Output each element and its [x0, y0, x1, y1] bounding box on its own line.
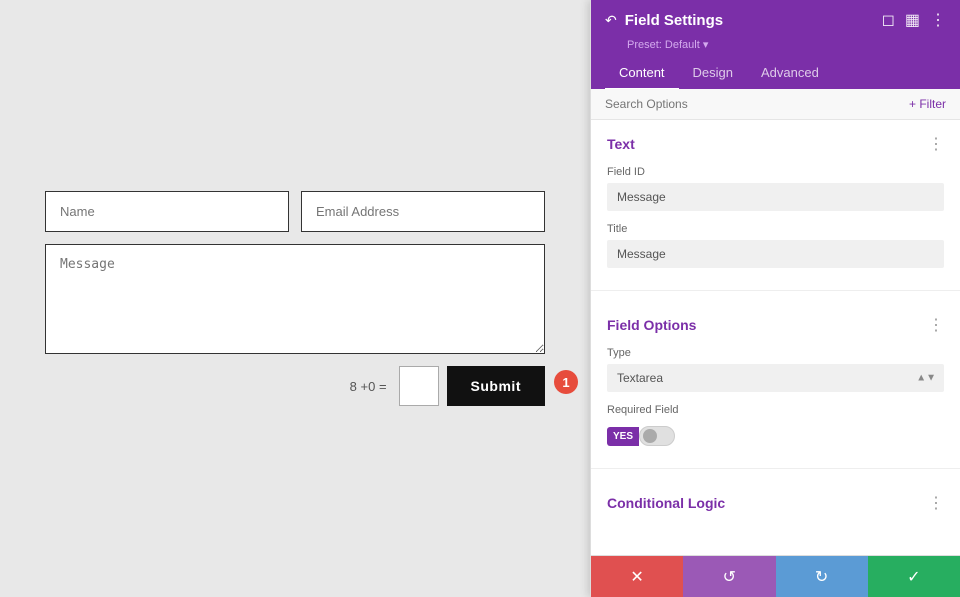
title-label: Title — [607, 223, 944, 235]
filter-button[interactable]: + Filter — [909, 97, 946, 111]
field-options-header: Field Options ⋮ — [607, 315, 944, 335]
panel-header-top: ↶ Field Settings ◻ ▦ ⋮ — [605, 10, 946, 36]
form-row-top — [45, 191, 545, 232]
save-button[interactable]: ✓ — [868, 556, 960, 597]
desktop-icon[interactable]: ◻ — [882, 10, 895, 30]
submit-button[interactable]: Submit — [447, 366, 545, 406]
captcha-text: 8 +0 = — [350, 379, 387, 394]
field-id-value: Message — [607, 183, 944, 211]
panel-title-group: ↶ Field Settings — [605, 12, 723, 29]
title-value: Message — [607, 240, 944, 268]
text-section: Text ⋮ Field ID Message Title Message — [591, 120, 960, 286]
text-section-title: Text — [607, 136, 635, 152]
required-group: Required Field YES — [607, 404, 944, 446]
toggle-yes-label: YES — [607, 427, 639, 446]
required-toggle[interactable] — [639, 426, 675, 446]
name-input[interactable] — [45, 191, 289, 232]
field-id-label: Field ID — [607, 166, 944, 178]
panel-tabs: Content Design Advanced — [591, 57, 960, 89]
reset-button[interactable]: ↺ — [683, 556, 775, 597]
text-section-dots[interactable]: ⋮ — [928, 134, 944, 154]
canvas-area: 8 +0 = Submit — [0, 0, 590, 597]
settings-panel: ↶ Field Settings ◻ ▦ ⋮ Preset: Default ▾… — [590, 0, 960, 597]
toggle-row: YES — [607, 426, 944, 446]
field-options-section: Field Options ⋮ Type Textarea Text Email… — [591, 301, 960, 464]
title-group: Title Message — [607, 223, 944, 268]
panel-title: Field Settings — [625, 12, 723, 29]
toggle-thumb — [643, 429, 657, 443]
type-select[interactable]: Textarea Text Email Number — [607, 364, 944, 392]
conditional-logic-title: Conditional Logic — [607, 495, 725, 511]
field-id-group: Field ID Message — [607, 166, 944, 211]
field-options-dots[interactable]: ⋮ — [928, 315, 944, 335]
type-group: Type Textarea Text Email Number ▲▼ — [607, 347, 944, 392]
layout-icon[interactable]: ▦ — [905, 10, 920, 30]
required-label: Required Field — [607, 404, 944, 416]
message-textarea[interactable] — [45, 244, 545, 354]
email-input[interactable] — [301, 191, 545, 232]
type-label: Type — [607, 347, 944, 359]
divider-1 — [591, 290, 960, 291]
form-container: 8 +0 = Submit — [45, 191, 545, 406]
conditional-logic-header: Conditional Logic ⋮ — [607, 493, 944, 513]
form-bottom-row: 8 +0 = Submit — [45, 366, 545, 406]
panel-header: ↶ Field Settings ◻ ▦ ⋮ Preset: Default ▾ — [591, 0, 960, 57]
field-options-title: Field Options — [607, 317, 696, 333]
search-bar: + Filter — [591, 89, 960, 120]
tab-design[interactable]: Design — [679, 57, 747, 90]
divider-2 — [591, 468, 960, 469]
panel-header-icons: ◻ ▦ ⋮ — [882, 10, 946, 30]
tab-content[interactable]: Content — [605, 57, 679, 90]
conditional-logic-dots[interactable]: ⋮ — [928, 493, 944, 513]
panel-footer-actions: ✕ ↺ ↻ ✓ — [591, 555, 960, 597]
panel-content: Text ⋮ Field ID Message Title Message Fi… — [591, 120, 960, 555]
conditional-logic-section: Conditional Logic ⋮ — [591, 479, 960, 531]
tab-advanced[interactable]: Advanced — [747, 57, 833, 90]
search-options-input[interactable] — [605, 97, 909, 111]
badge-1: 1 — [554, 370, 578, 394]
more-icon[interactable]: ⋮ — [930, 10, 946, 30]
back-icon[interactable]: ↶ — [605, 12, 617, 29]
panel-preset[interactable]: Preset: Default ▾ — [605, 36, 946, 57]
cancel-button[interactable]: ✕ — [591, 556, 683, 597]
type-select-wrapper: Textarea Text Email Number ▲▼ — [607, 364, 944, 392]
text-section-header: Text ⋮ — [607, 134, 944, 154]
redo-button[interactable]: ↻ — [776, 556, 868, 597]
captcha-box[interactable] — [399, 366, 439, 406]
